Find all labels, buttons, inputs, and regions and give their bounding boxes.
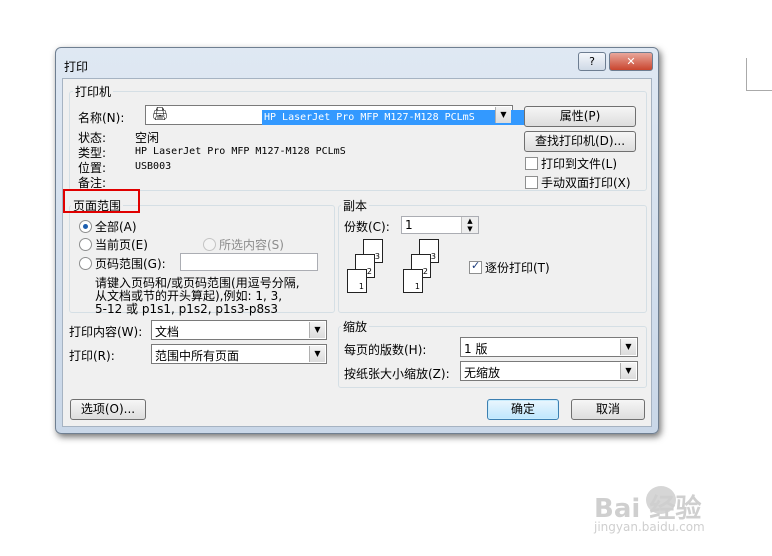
print-to-file-label: 打印到文件(L) xyxy=(541,157,618,171)
page-range-input[interactable] xyxy=(180,253,318,271)
printer-status-value: 空闲 xyxy=(135,131,160,145)
print-what-value: 文档 xyxy=(155,325,180,339)
chevron-down-icon[interactable]: ▼ xyxy=(309,322,325,338)
page-range-pages-radio[interactable] xyxy=(79,257,92,270)
page-range-highlight-box xyxy=(63,189,140,213)
printer-properties-button[interactable]: 属性(P) xyxy=(524,106,636,127)
dialog-title: 打印 xyxy=(64,60,89,74)
print-select[interactable]: 范围中所有页面 ▼ xyxy=(151,344,327,364)
printer-where-value: USB003 xyxy=(135,161,172,172)
copies-value: 1 xyxy=(405,218,413,232)
watermark-url: jingyan.baidu.com xyxy=(594,520,705,534)
chevron-down-icon[interactable]: ▼ xyxy=(309,346,325,362)
copies-spinner[interactable]: ▲ ▼ xyxy=(461,217,478,233)
pages-per-sheet-select[interactable]: 1 版 ▼ xyxy=(460,337,638,357)
print-value: 范围中所有页面 xyxy=(155,349,240,363)
copies-label: 份数(C): xyxy=(344,220,390,234)
printer-group-label: 打印机 xyxy=(73,83,114,100)
help-button[interactable]: ? xyxy=(578,52,606,71)
printer-name-select[interactable]: 🖨 HP LaserJet Pro MFP M127-M128 PCLmS ▼ xyxy=(145,105,578,125)
collate-page: 1 xyxy=(347,269,367,293)
collate-page: 1 xyxy=(403,269,423,293)
page-range-current-radio[interactable] xyxy=(79,238,92,251)
print-to-file-checkbox[interactable] xyxy=(525,157,538,170)
printer-icon: 🖨 xyxy=(152,107,169,122)
find-printer-button[interactable]: 查找打印机(D)... xyxy=(524,131,636,152)
printer-type-value: HP LaserJet Pro MFP M127-M128 PCLmS xyxy=(135,146,346,157)
scale-value: 无缩放 xyxy=(464,366,501,380)
chevron-down-icon[interactable]: ▼ xyxy=(620,363,636,379)
page-range-pages-label: 页码范围(G): xyxy=(95,257,166,271)
pages-per-sheet-label: 每页的版数(H): xyxy=(344,343,427,357)
page-range-hint-3: 5-12 或 p1s1, p1s2, p1s3-p8s3 xyxy=(95,302,279,316)
page-range-all-radio[interactable] xyxy=(79,220,92,233)
background-corner-line xyxy=(746,58,772,91)
cancel-button[interactable]: 取消 xyxy=(571,399,645,420)
print-dialog: 打印 ? ✕ 打印机 名称(N): 🖨 HP LaserJet Pro MFP … xyxy=(55,47,659,434)
chevron-down-icon[interactable]: ▼ xyxy=(495,107,511,123)
scale-label: 按纸张大小缩放(Z): xyxy=(344,367,450,381)
page-range-current-label: 当前页(E) xyxy=(95,238,148,252)
chevron-down-icon[interactable]: ▼ xyxy=(620,339,636,355)
dialog-client-area: 打印机 名称(N): 🖨 HP LaserJet Pro MFP M127-M1… xyxy=(62,78,652,427)
options-button[interactable]: 选项(O)... xyxy=(70,399,146,420)
page-range-selection-radio[interactable] xyxy=(203,238,216,251)
ok-button[interactable]: 确定 xyxy=(487,399,559,420)
collate-checkbox[interactable] xyxy=(469,259,482,274)
copies-input[interactable]: 1 ▲ ▼ xyxy=(401,216,479,234)
collate-label: 逐份打印(T) xyxy=(485,261,550,275)
page-range-all-label: 全部(A) xyxy=(95,220,137,234)
pages-per-sheet-value: 1 版 xyxy=(464,342,488,356)
print-what-select[interactable]: 文档 ▼ xyxy=(151,320,327,340)
manual-duplex-checkbox[interactable] xyxy=(525,176,538,189)
title-bar: 打印 ? ✕ xyxy=(56,48,658,78)
printer-name-label: 名称(N): xyxy=(78,111,125,125)
zoom-group-label: 缩放 xyxy=(341,318,370,335)
scale-select[interactable]: 无缩放 ▼ xyxy=(460,361,638,381)
close-button[interactable]: ✕ xyxy=(609,52,653,71)
print-what-label: 打印内容(W): xyxy=(69,325,143,339)
page-range-selection-label: 所选内容(S) xyxy=(219,238,284,252)
manual-duplex-label: 手动双面打印(X) xyxy=(541,176,631,190)
print-label: 打印(R): xyxy=(69,349,115,363)
copies-group-label: 副本 xyxy=(341,197,370,214)
